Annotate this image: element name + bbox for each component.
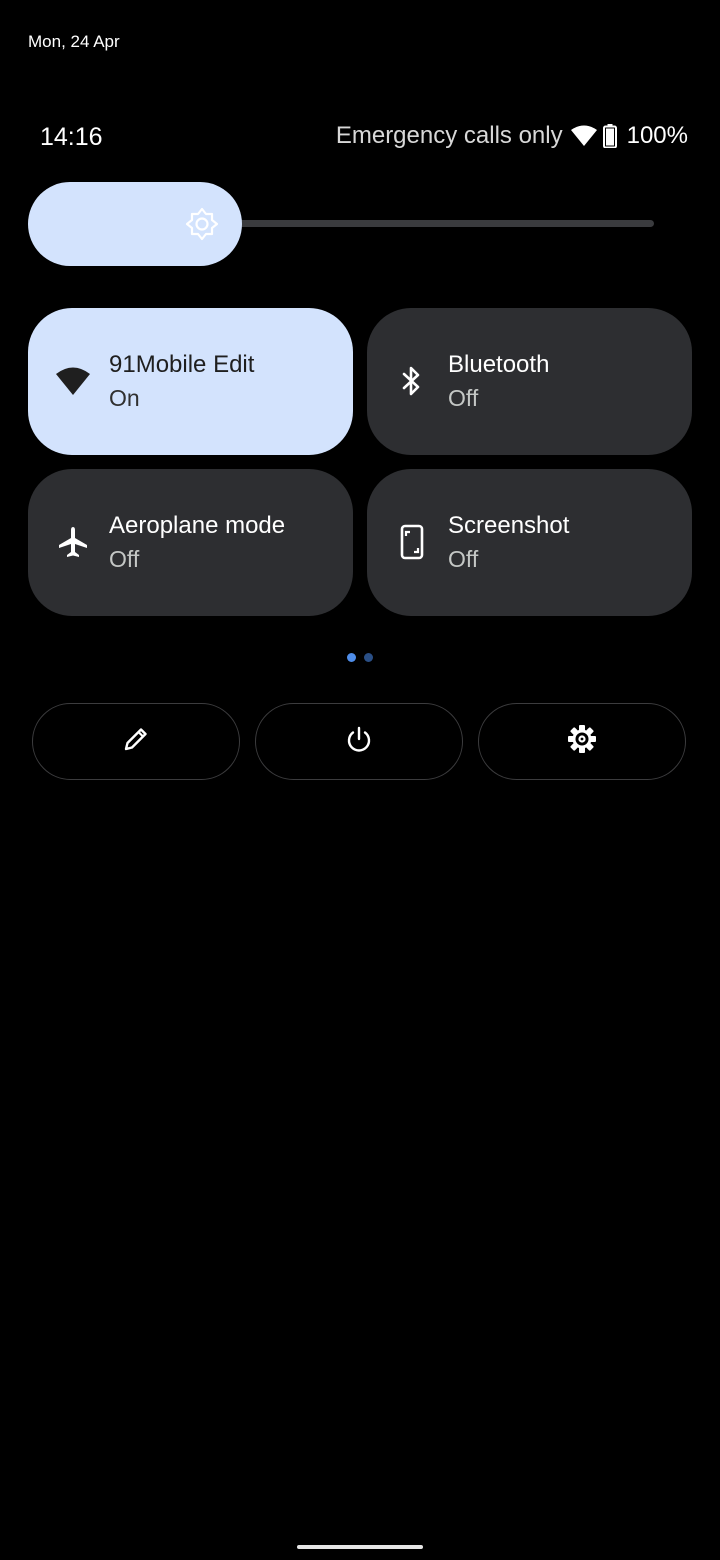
- battery-full-icon: [602, 124, 617, 148]
- tile-wifi-title: 91Mobile Edit: [109, 351, 255, 378]
- gesture-home-bar[interactable]: [297, 1545, 423, 1549]
- tile-screenshot[interactable]: Screenshot Off: [367, 469, 692, 616]
- page-dot: [364, 653, 373, 662]
- status-bar-right: Emergency calls only 100%: [336, 122, 688, 150]
- quick-settings-panel: Mon, 24 Apr 14:16 Emergency calls only 1…: [0, 0, 720, 1560]
- power-icon: [344, 724, 374, 759]
- screenshot-icon: [394, 524, 430, 560]
- bluetooth-icon: [394, 363, 430, 399]
- settings-gear-icon: [566, 723, 598, 760]
- tile-wifi-state: On: [109, 385, 140, 411]
- tile-aeroplane-state: Off: [109, 546, 140, 572]
- tile-screenshot-title: Screenshot: [448, 512, 570, 539]
- tile-aeroplane-mode[interactable]: Aeroplane mode Off: [28, 469, 353, 616]
- tile-wifi[interactable]: 91Mobile Edit On: [28, 308, 353, 455]
- edit-pencil-icon: [121, 724, 151, 759]
- tile-bluetooth-state: Off: [448, 385, 479, 411]
- wifi-icon: [570, 125, 597, 147]
- date-label: Mon, 24 Apr: [28, 32, 120, 51]
- wifi-icon: [55, 363, 91, 399]
- tile-bluetooth[interactable]: Bluetooth Off: [367, 308, 692, 455]
- edit-tiles-button[interactable]: [32, 703, 240, 780]
- airplane-icon: [55, 524, 91, 560]
- page-dot-current: [347, 653, 356, 662]
- tile-aeroplane-title: Aeroplane mode: [109, 512, 286, 539]
- brightness-track[interactable]: [208, 220, 654, 227]
- brightness-sun-icon: [185, 207, 219, 246]
- battery-percent: 100%: [626, 122, 688, 149]
- power-menu-button[interactable]: [255, 703, 463, 780]
- clock: 14:16: [40, 123, 103, 151]
- tile-screenshot-state: Off: [448, 546, 479, 572]
- settings-button[interactable]: [478, 703, 686, 780]
- brightness-slider[interactable]: [28, 182, 660, 266]
- tile-bluetooth-title: Bluetooth: [448, 351, 550, 378]
- page-indicator: [347, 653, 373, 662]
- carrier-text: Emergency calls only: [335, 122, 563, 149]
